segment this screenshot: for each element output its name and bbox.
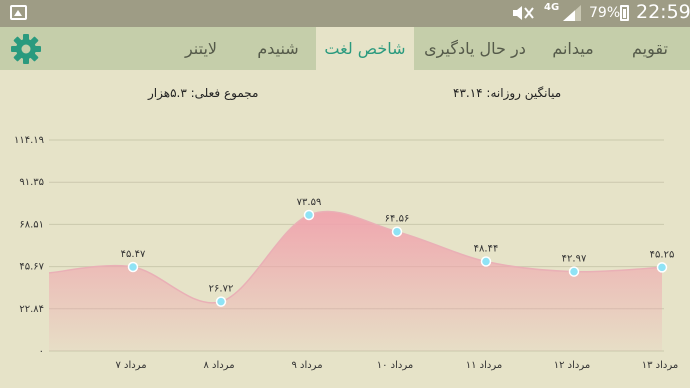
signal-icon — [563, 5, 581, 21]
data-point — [568, 266, 580, 277]
data-label: ۴۸.۴۴ — [474, 243, 499, 254]
data-point — [215, 296, 227, 307]
data-point — [127, 261, 139, 273]
y-tick-label: ۶۸.۵۱ — [19, 219, 44, 230]
data-point — [480, 256, 492, 267]
battery-percent: 79% — [589, 5, 621, 21]
data-label: ۶۴.۵۶ — [385, 214, 410, 225]
y-tick-label: ۰ — [39, 346, 44, 357]
total-current: مجموع فعلی: ۵.۳هزار — [148, 86, 259, 100]
data-point — [303, 209, 315, 221]
x-tick-label: ۸ مرداد — [203, 360, 234, 371]
x-tick-label: ۱۲ مرداد — [554, 360, 590, 371]
data-point — [656, 262, 668, 273]
x-tick-label: ۱۱ مرداد — [466, 360, 502, 371]
tab-word-index[interactable]: شاخص لغت — [316, 27, 414, 70]
y-tick-label: ۴۵.۶۷ — [19, 262, 44, 273]
tab-learning[interactable]: در حال یادگیری — [414, 27, 536, 70]
x-tick-label: ۱۰ مرداد — [377, 360, 413, 371]
data-label: ۴۵.۲۵ — [650, 249, 675, 260]
tab-leitner[interactable]: لایتنر — [162, 27, 240, 70]
y-tick-label: ۹۱.۳۵ — [19, 177, 44, 188]
tab-calendar[interactable]: تقویم — [612, 27, 688, 70]
clock: 22:59 — [636, 1, 690, 23]
data-point — [391, 226, 403, 237]
data-label: ۴۲.۹۷ — [562, 254, 587, 265]
y-tick-label: ۱۱۴.۱۹ — [14, 135, 44, 146]
gear-icon[interactable] — [10, 33, 42, 65]
tab-known[interactable]: میدانم — [536, 27, 610, 70]
status-bar: 4G 79% 22:59 — [0, 0, 690, 27]
battery-icon — [620, 5, 629, 21]
network-type: 4G — [544, 2, 560, 13]
y-tick-label: ۲۲.۸۴ — [19, 304, 44, 315]
tab-heard[interactable]: شنیدم — [241, 27, 315, 70]
x-tick-label: ۷ مرداد — [115, 360, 146, 371]
data-label: ۷۳.۵۹ — [297, 197, 322, 208]
gallery-icon — [10, 5, 27, 20]
data-label: ۴۵.۴۷ — [121, 249, 146, 260]
tab-bar: تقویم میدانم در حال یادگیری شاخص لغت شنی… — [0, 27, 690, 70]
data-label: ۲۶.۷۲ — [209, 284, 234, 295]
line-area-chart: ۰ ۲۲.۸۴ ۴۵.۶۷ ۶۸.۵۱ ۹۱.۳۵ ۱۱۴.۱۹ ۴۵.۴۷ ۲۶.۷۲ ۷۳… — [14, 135, 678, 371]
daily-average: میانگین روزانه: ۴۳.۱۴ — [453, 86, 562, 100]
mute-icon — [513, 6, 534, 20]
area-fill — [49, 211, 662, 351]
x-tick-label: ۱۳ مرداد — [642, 360, 678, 371]
x-tick-label: ۹ مرداد — [291, 360, 322, 371]
